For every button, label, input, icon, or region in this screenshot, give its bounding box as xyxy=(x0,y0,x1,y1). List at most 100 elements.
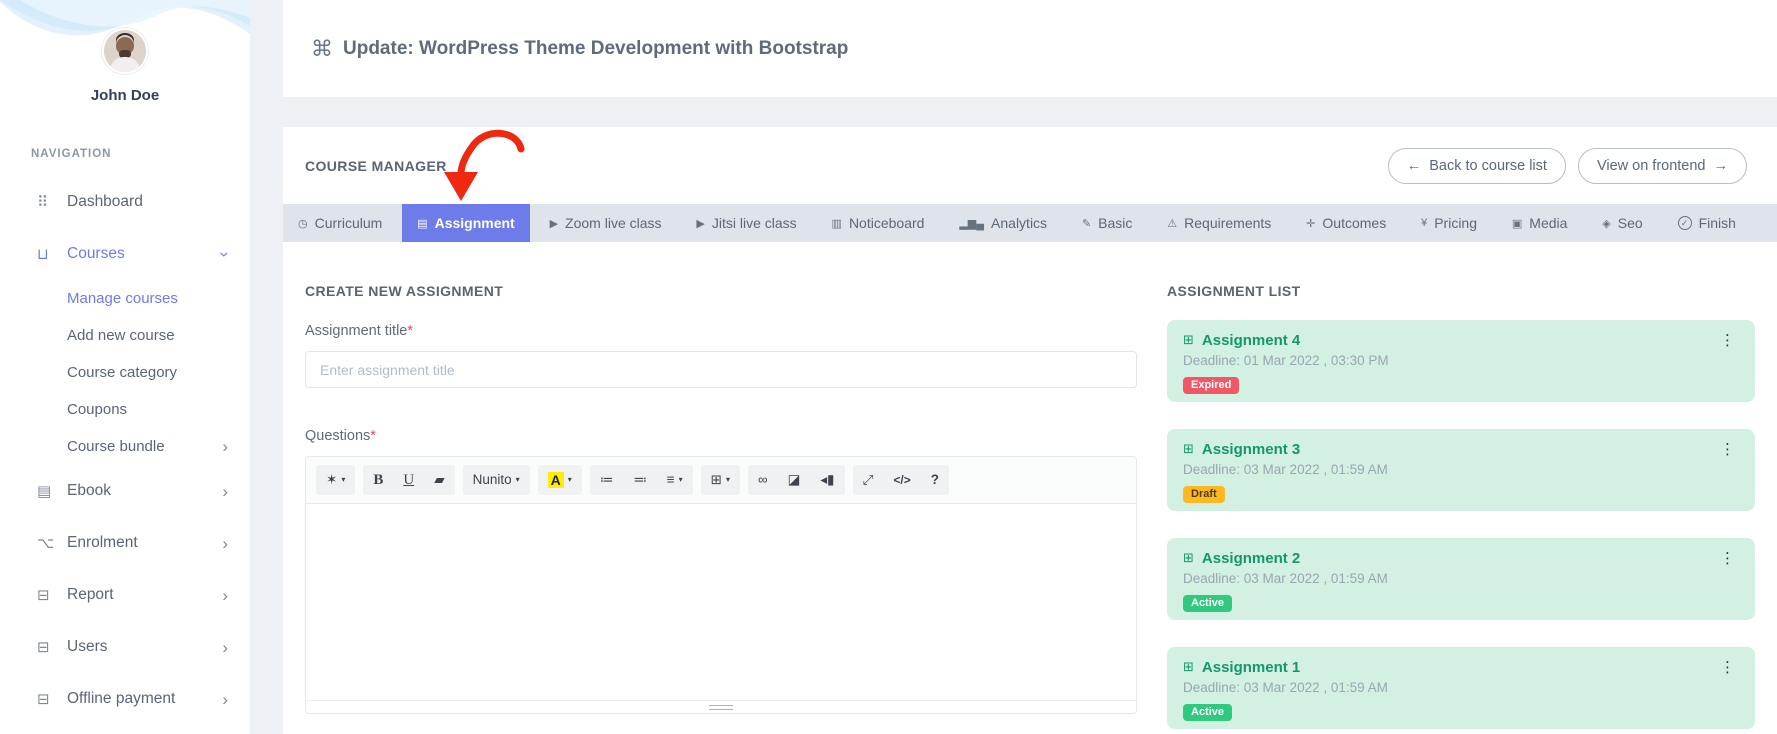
sidebar-item-manage-courses[interactable]: Manage courses xyxy=(0,280,250,317)
align-icon: ≡ xyxy=(667,472,675,488)
assignment-deadline: Deadline: 03 Mar 2022 , 01:59 AM xyxy=(1183,680,1739,695)
sidebar-item-label: Offline payment xyxy=(67,690,175,708)
sidebar-item-label: Manage courses xyxy=(67,290,178,307)
arrow-left-icon: ← xyxy=(1407,158,1422,174)
course-manager-card: COURSE MANAGER ← Back to course list Vie… xyxy=(283,127,1777,734)
course-manager-heading: COURSE MANAGER xyxy=(305,158,447,174)
paragraph-align-dropdown[interactable]: ≡ ▾ xyxy=(657,466,693,494)
chevron-right-icon: › xyxy=(222,535,228,552)
sidebar: John Doe NAVIGATION ⠿ Dashboard ⊔ Course… xyxy=(0,0,250,734)
tab-media[interactable]: ▣ Media xyxy=(1497,204,1583,242)
sidebar-nav: ⠿ Dashboard ⊔ Courses › Manage courses A… xyxy=(0,176,250,725)
questions-label: Questions* xyxy=(305,428,1137,444)
sidebar-item-coupons[interactable]: Coupons xyxy=(0,391,250,428)
tab-pricing[interactable]: ¥ Pricing xyxy=(1406,204,1492,242)
ordered-list-button[interactable]: ≕ xyxy=(623,466,657,494)
image-button[interactable]: ◪ xyxy=(778,466,811,494)
clipboard-plus-icon: ⊞ xyxy=(1183,332,1194,348)
tab-jitsi-live-class[interactable]: ▶ Jitsi live class xyxy=(681,204,811,242)
status-badge: Active xyxy=(1183,595,1232,612)
assignment-card[interactable]: ⊞ Assignment 3 ⋮ Deadline: 03 Mar 2022 ,… xyxy=(1167,429,1755,511)
sidebar-item-dashboard[interactable]: ⠿ Dashboard xyxy=(0,176,250,228)
code-view-button[interactable]: </> xyxy=(883,467,920,493)
page-title: ⌘ Update: WordPress Theme Development wi… xyxy=(311,36,848,62)
assignment-title-input[interactable] xyxy=(305,351,1137,388)
sidebar-item-report[interactable]: ⊟ Report › xyxy=(0,569,250,621)
video-icon: ◂▮ xyxy=(820,472,834,488)
assignment-card[interactable]: ⊞ Assignment 2 ⋮ Deadline: 03 Mar 2022 ,… xyxy=(1167,538,1755,620)
tab-curriculum[interactable]: ◷ Curriculum xyxy=(283,204,397,242)
video-button[interactable]: ◂▮ xyxy=(810,466,844,494)
sidebar-item-label: Coupons xyxy=(67,401,127,418)
tab-analytics[interactable]: ▂▆▄ Analytics xyxy=(944,204,1062,242)
eraser-icon: ▰ xyxy=(434,472,444,488)
back-to-course-list-button[interactable]: ← Back to course list xyxy=(1388,148,1566,184)
tab-noticeboard[interactable]: ▥ Noticeboard xyxy=(817,204,940,242)
sidebar-item-offline-payment[interactable]: ⊟ Offline payment › xyxy=(0,673,250,725)
kebab-menu-icon[interactable]: ⋮ xyxy=(1716,658,1739,676)
sidebar-item-enrolment[interactable]: ⌥ Enrolment › xyxy=(0,517,250,569)
style-button[interactable]: ✶ ▾ xyxy=(316,466,355,494)
sidebar-item-add-new-course[interactable]: Add new course xyxy=(0,317,250,354)
sidebar-item-course-category[interactable]: Course category xyxy=(0,354,250,391)
table-dropdown[interactable]: ⊞ ▾ xyxy=(701,466,740,494)
kebab-menu-icon[interactable]: ⋮ xyxy=(1716,549,1739,567)
assignment-deadline: Deadline: 03 Mar 2022 , 01:59 AM xyxy=(1183,462,1739,477)
bold-button[interactable]: B xyxy=(363,465,393,495)
dashboard-icon: ⠿ xyxy=(37,193,67,211)
link-icon: ∞ xyxy=(758,472,768,488)
font-family-dropdown[interactable]: Nunito ▾ xyxy=(463,466,530,494)
course-manager-tabs: ◷ Curriculum ▤ Assignment ▶ Zoom live cl… xyxy=(283,204,1777,242)
grip-lines-icon xyxy=(709,705,733,710)
user-name: John Doe xyxy=(0,87,250,104)
magic-wand-icon: ✶ xyxy=(326,472,337,488)
text-color-dropdown[interactable]: A ▾ xyxy=(538,466,582,495)
editor-resize-handle[interactable] xyxy=(306,700,1136,713)
view-on-frontend-button[interactable]: View on frontend → xyxy=(1578,148,1747,184)
tab-assignment[interactable]: ▤ Assignment xyxy=(402,204,530,242)
tab-finish[interactable]: ✓ Finish xyxy=(1663,204,1751,242)
tab-outcomes[interactable]: ✛ Outcomes xyxy=(1291,204,1401,242)
kebab-menu-icon[interactable]: ⋮ xyxy=(1716,331,1739,349)
font-name-value: Nunito xyxy=(473,472,512,488)
avatar[interactable] xyxy=(102,28,148,74)
link-button[interactable]: ∞ xyxy=(748,466,778,494)
create-assignment-heading: CREATE NEW ASSIGNMENT xyxy=(305,283,1137,299)
font-color-icon: A xyxy=(548,472,564,489)
clear-format-button[interactable]: ▰ xyxy=(424,466,454,494)
kebab-menu-icon[interactable]: ⋮ xyxy=(1716,440,1739,458)
bell-icon: ⚠ xyxy=(1167,217,1177,230)
caret-down-icon: ▾ xyxy=(568,475,572,485)
status-badge: Active xyxy=(1183,704,1232,721)
assignment-card[interactable]: ⊞ Assignment 4 ⋮ Deadline: 01 Mar 2022 ,… xyxy=(1167,320,1755,402)
tab-zoom-live-class[interactable]: ▶ Zoom live class xyxy=(535,204,677,242)
numbered-list-icon: ≕ xyxy=(633,472,647,488)
caret-down-icon: ▾ xyxy=(726,475,730,485)
tab-requirements[interactable]: ⚠ Requirements xyxy=(1152,204,1286,242)
unordered-list-button[interactable]: ≔ xyxy=(590,466,624,494)
assignment-card[interactable]: ⊞ Assignment 1 ⋮ Deadline: 03 Mar 2022 ,… xyxy=(1167,647,1755,729)
main-area: ⌘ Update: WordPress Theme Development wi… xyxy=(283,0,1777,734)
required-asterisk: * xyxy=(370,428,376,444)
sidebar-item-courses[interactable]: ⊔ Courses › xyxy=(0,228,250,280)
tab-seo[interactable]: ◈ Seo xyxy=(1587,204,1657,242)
media-stack-icon: ▣ xyxy=(1512,217,1522,230)
status-badge: Expired xyxy=(1183,377,1239,394)
course-manager-header: COURSE MANAGER ← Back to course list Vie… xyxy=(283,127,1777,204)
sidebar-item-ebook[interactable]: ▤ Ebook › xyxy=(0,465,250,517)
assignment-title: Assignment 3 xyxy=(1202,441,1300,458)
clipboard-plus-icon: ⊞ xyxy=(1183,659,1194,675)
chevron-right-icon: › xyxy=(222,483,228,500)
caret-down-icon: ▾ xyxy=(679,475,683,485)
tag-icon: ◈ xyxy=(1602,217,1610,230)
assignment-list-heading: ASSIGNMENT LIST xyxy=(1167,283,1755,299)
tab-basic[interactable]: ✎ Basic xyxy=(1067,204,1147,242)
sidebar-item-users[interactable]: ⊟ Users › xyxy=(0,621,250,673)
help-button[interactable]: ? xyxy=(921,466,949,494)
sidebar-item-course-bundle[interactable]: Course bundle › xyxy=(0,428,250,465)
editor-text-area[interactable] xyxy=(306,504,1136,700)
clipboard-plus-icon: ⊞ xyxy=(1183,441,1194,457)
report-icon: ⊟ xyxy=(37,586,67,604)
fullscreen-button[interactable]: ⤢ xyxy=(853,466,884,494)
underline-button[interactable]: U xyxy=(393,465,424,495)
